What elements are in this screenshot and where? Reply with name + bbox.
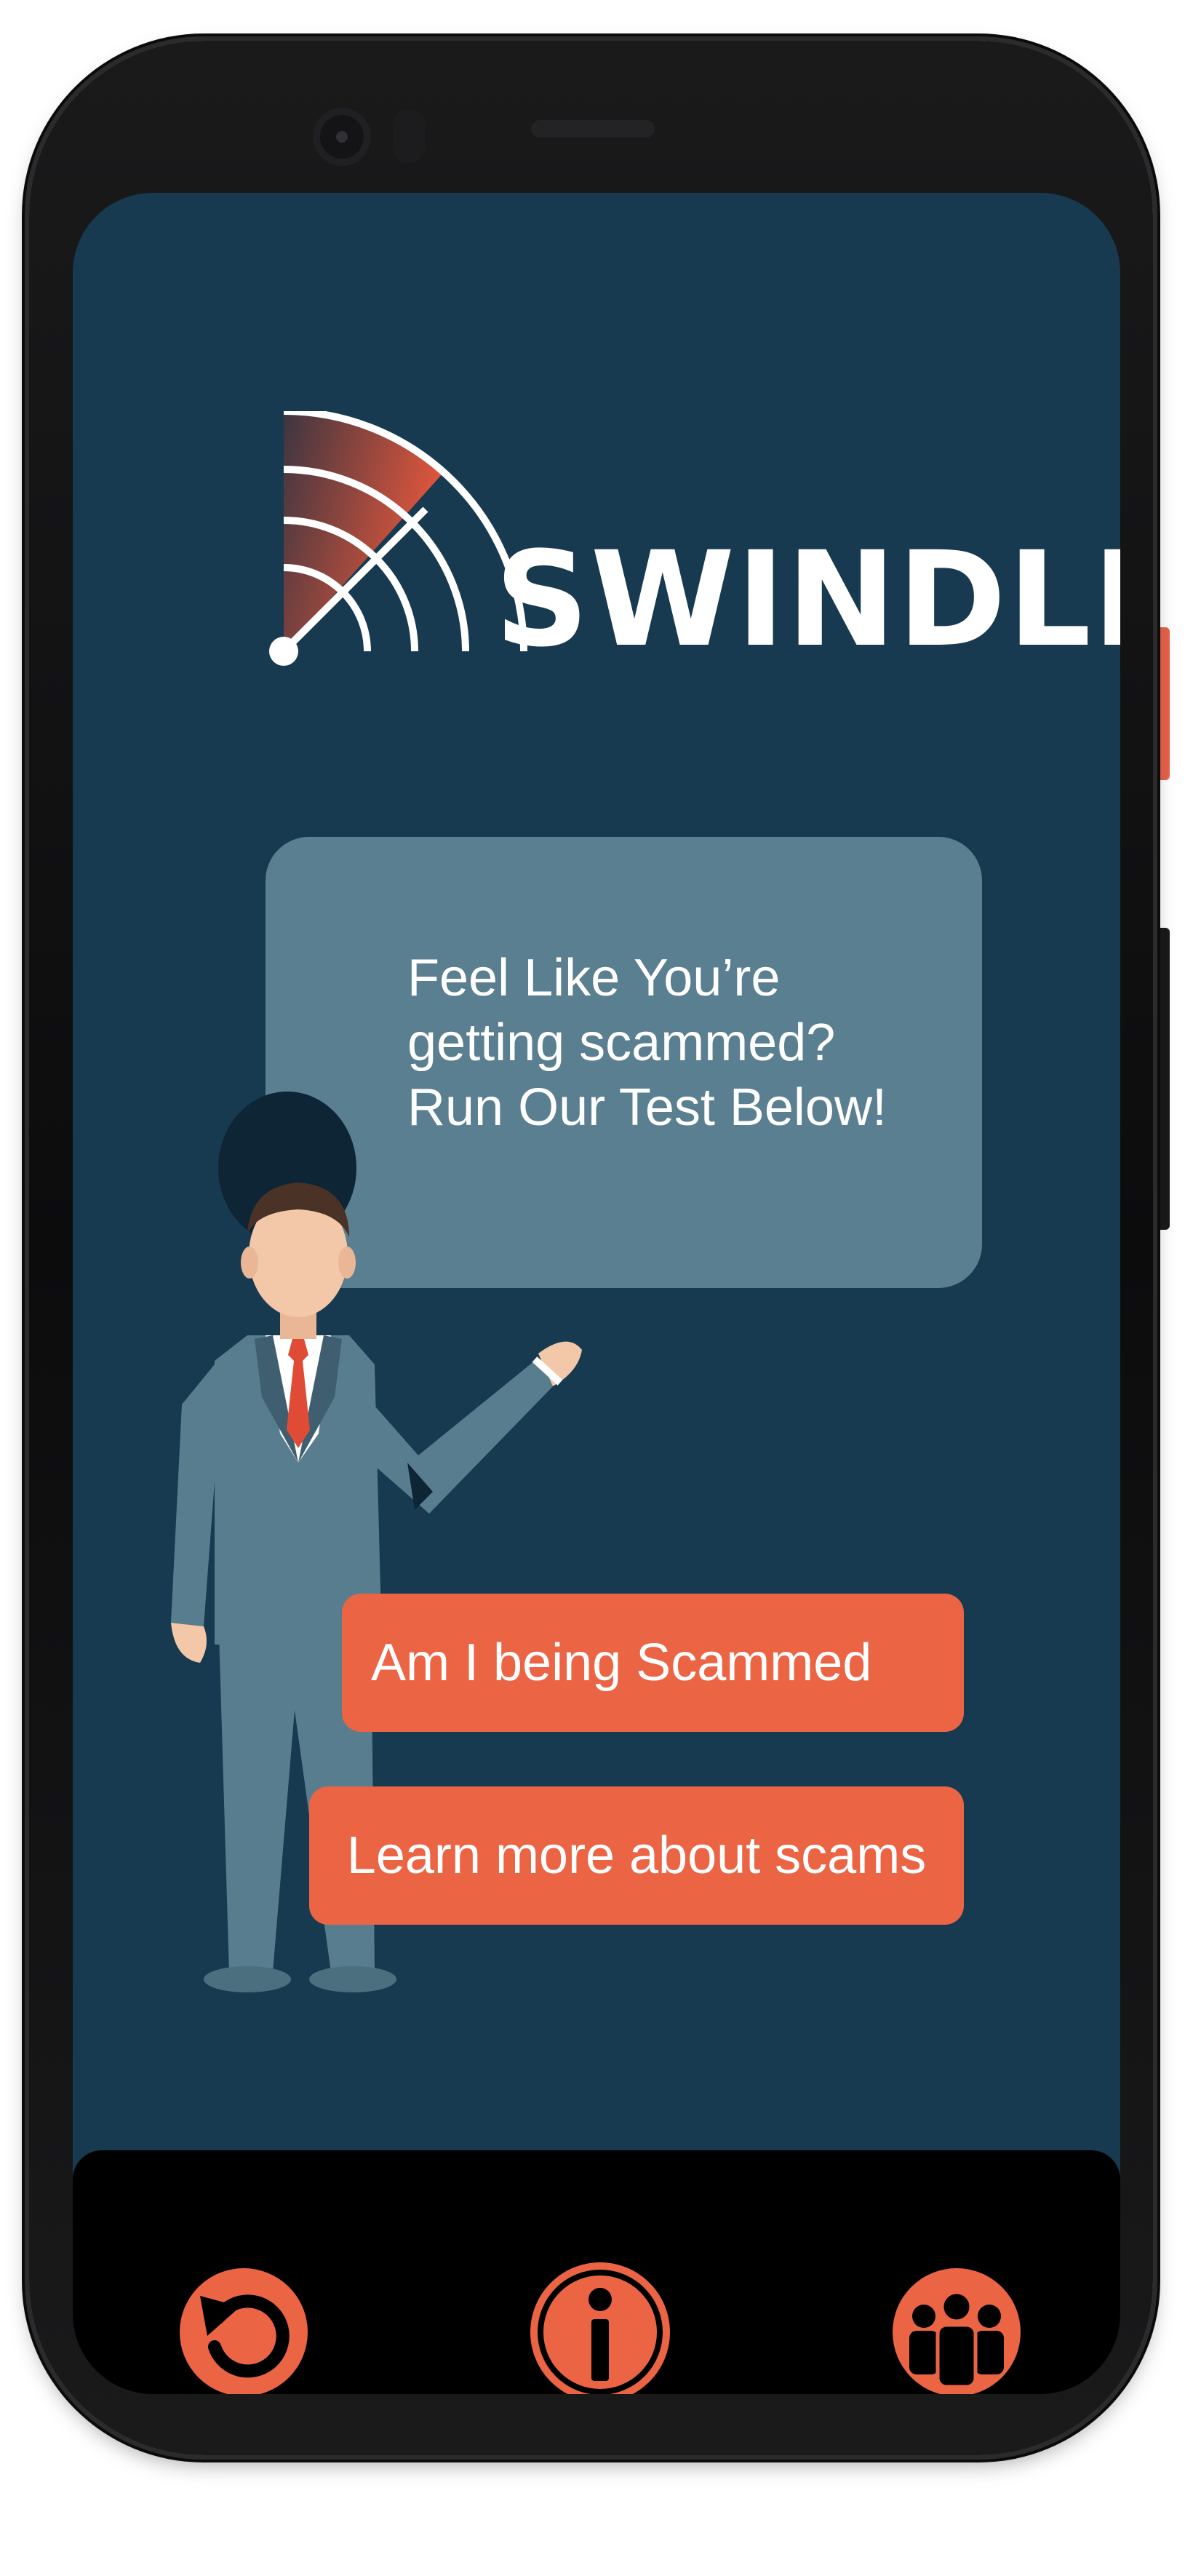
bubble-line-1: Feel Like You’re (407, 949, 781, 1007)
people-icon[interactable] (891, 2267, 1022, 2394)
app-title: SWINDLE (495, 524, 1120, 676)
learn-about-scams-button[interactable]: Learn more about scams (309, 1786, 964, 1925)
bubble-line-2: getting scammed? (407, 1014, 836, 1072)
proximity-sensor (393, 109, 425, 163)
power-button (1154, 627, 1170, 780)
volume-button (1154, 928, 1170, 1230)
earpiece-speaker (531, 120, 655, 138)
device-stage: SWINDLE Feel Like You’re getting scammed… (0, 0, 1193, 2576)
front-camera (313, 108, 371, 166)
am-i-being-scammed-button[interactable]: Am I being Scammed (342, 1594, 964, 1732)
app-screen: SWINDLE Feel Like You’re getting scammed… (73, 193, 1120, 2394)
info-icon[interactable] (527, 2259, 673, 2394)
back-icon[interactable] (178, 2267, 309, 2394)
